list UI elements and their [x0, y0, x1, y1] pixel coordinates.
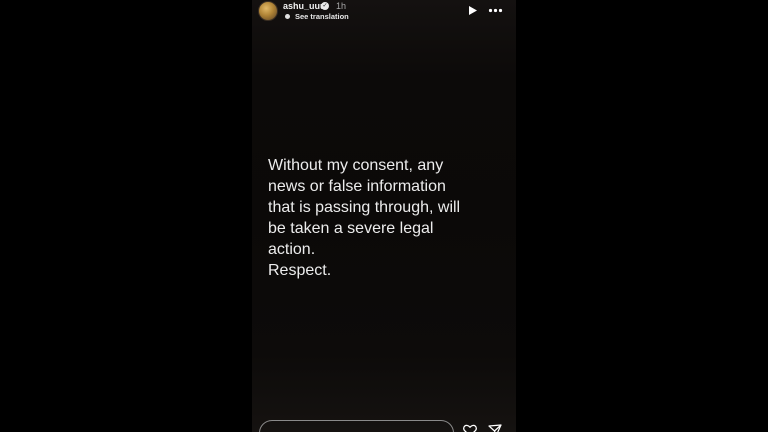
story-text: Without my consent, any news or false in… — [268, 157, 461, 279]
play-icon[interactable] — [467, 5, 478, 16]
avatar[interactable] — [258, 1, 278, 21]
page: ashu_uuu ✓ 1h See translation Without my… — [0, 0, 768, 432]
username[interactable]: ashu_uuu — [283, 1, 326, 11]
reply-input[interactable] — [259, 420, 454, 432]
story-viewer[interactable]: ashu_uuu ✓ 1h See translation Without my… — [252, 0, 516, 432]
post-time: 1h — [336, 1, 347, 11]
translate-icon — [285, 14, 290, 19]
see-translation-link[interactable]: See translation — [295, 12, 349, 21]
heart-icon[interactable] — [463, 424, 477, 432]
share-icon[interactable] — [488, 424, 502, 432]
verified-badge-icon: ✓ — [321, 2, 329, 10]
story-header: ashu_uuu ✓ 1h See translation — [252, 0, 516, 26]
more-options-icon[interactable] — [488, 5, 503, 16]
